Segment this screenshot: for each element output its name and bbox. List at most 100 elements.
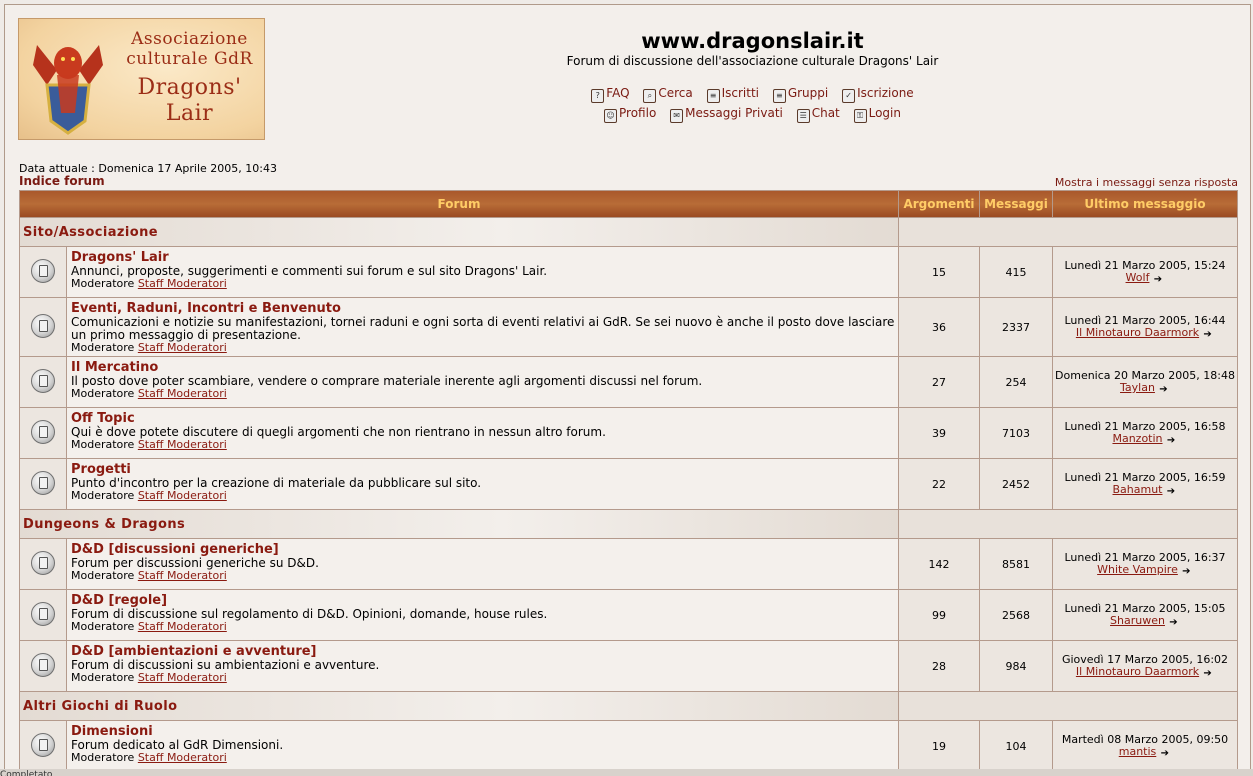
site-title[interactable]: www.dragonslair.it <box>565 29 940 53</box>
forum-status-cell <box>20 539 66 589</box>
login-icon: ⚿ <box>853 109 867 123</box>
category-row: Sito/Associazione <box>20 218 1237 246</box>
nav-row-2: ☺ Profilo ✉ Messaggi Privati ☰ Chat ⚿ Login <box>475 106 1030 123</box>
site-logo[interactable]: Associazione culturale GdR Dragons' Lair <box>18 18 265 140</box>
forum-row: D&D [discussioni generiche] Forum per dis… <box>20 539 1237 589</box>
moderator-link[interactable]: Staff Moderatori <box>138 438 227 451</box>
forum-status-cell <box>20 721 66 769</box>
goto-last-post-icon[interactable]: ➔ <box>1165 436 1178 446</box>
forum-name-link[interactable]: Off Topic <box>71 411 895 426</box>
last-post-author-link[interactable]: Taylan <box>1120 381 1155 394</box>
forum-topics-count: 19 <box>899 721 979 769</box>
category-spacer <box>899 218 1237 246</box>
nav-register[interactable]: ✓ Iscrizione <box>842 86 914 103</box>
forum-name-link[interactable]: D&D [regole] <box>71 593 895 608</box>
moderator-label: Moderatore <box>71 751 135 764</box>
forum-index-link[interactable]: Indice forum <box>19 174 105 188</box>
goto-last-post-icon[interactable]: ➔ <box>1157 385 1170 395</box>
category-spacer <box>899 692 1237 720</box>
forum-moderator: Moderatore Staff Moderatori <box>71 490 895 502</box>
last-post-author-link[interactable]: Wolf <box>1126 271 1150 284</box>
moderator-link[interactable]: Staff Moderatori <box>138 341 227 354</box>
nav-faq[interactable]: ? FAQ <box>591 86 630 103</box>
forum-no-new-posts-icon <box>31 732 55 757</box>
goto-last-post-icon[interactable]: ➔ <box>1201 330 1214 340</box>
last-post-author-link[interactable]: Sharuwen <box>1110 614 1165 627</box>
last-post-author-link[interactable]: mantis <box>1119 745 1157 758</box>
last-post-author-link[interactable]: Il Minotauro Daarmork <box>1076 326 1199 339</box>
forum-name-link[interactable]: D&D [discussioni generiche] <box>71 542 895 557</box>
nav-profile[interactable]: ☺ Profilo <box>604 106 656 123</box>
forum-topics-count: 27 <box>899 357 979 407</box>
goto-last-post-icon[interactable]: ➔ <box>1158 749 1171 759</box>
nav-search[interactable]: ⌕ Cerca <box>643 86 693 103</box>
forum-name-link[interactable]: Dragons' Lair <box>71 250 895 265</box>
category-row: Altri Giochi di Ruolo <box>20 692 1237 720</box>
goto-last-post-icon[interactable]: ➔ <box>1180 567 1193 577</box>
forum-last-post: Martedì 08 Marzo 2005, 09:50 mantis ➔ <box>1053 721 1237 769</box>
nav-private-messages[interactable]: ✉ Messaggi Privati <box>670 106 783 123</box>
forum-topics-count: 28 <box>899 641 979 691</box>
nav-chat[interactable]: ☰ Chat <box>796 106 840 123</box>
forum-posts-count: 7103 <box>980 408 1052 458</box>
goto-last-post-icon[interactable]: ➔ <box>1167 618 1180 628</box>
nav-groups[interactable]: ≡ Gruppi <box>772 86 828 103</box>
category-title[interactable]: Sito/Associazione <box>20 218 898 246</box>
moderator-label: Moderatore <box>71 277 135 290</box>
forum-name-link[interactable]: D&D [ambientazioni e avventure] <box>71 644 895 659</box>
forum-name-link[interactable]: Eventi, Raduni, Incontri e Benvenuto <box>71 301 895 316</box>
moderator-link[interactable]: Staff Moderatori <box>138 387 227 400</box>
unanswered-posts-link[interactable]: Mostra i messaggi senza risposta <box>1055 176 1238 189</box>
profile-icon: ☺ <box>604 109 618 123</box>
forum-topics-count: 99 <box>899 590 979 640</box>
forum-info-cell: D&D [regole] Forum di discussione sul reg… <box>67 590 898 640</box>
forum-no-new-posts-icon <box>31 550 55 575</box>
category-title[interactable]: Dungeons & Dragons <box>20 510 898 538</box>
forum-row: Dragons' Lair Annunci, proposte, suggerim… <box>20 247 1237 297</box>
forum-moderator: Moderatore Staff Moderatori <box>71 672 895 684</box>
forum-last-post: Lunedì 21 Marzo 2005, 15:24 Wolf ➔ <box>1053 247 1237 297</box>
goto-last-post-icon[interactable]: ➔ <box>1201 669 1214 679</box>
forum-row: Eventi, Raduni, Incontri e Benvenuto Comu… <box>20 298 1237 356</box>
forum-posts-count: 8581 <box>980 539 1052 589</box>
moderator-link[interactable]: Staff Moderatori <box>138 671 227 684</box>
last-post-author-link[interactable]: Manzotin <box>1112 432 1162 445</box>
forum-status-cell <box>20 298 66 356</box>
site-description: Forum di discussione dell'associazione c… <box>566 54 939 68</box>
forum-status-cell <box>20 590 66 640</box>
moderator-link[interactable]: Staff Moderatori <box>138 277 227 290</box>
dragon-logo-icon <box>33 45 103 135</box>
forum-no-new-posts-icon <box>31 368 55 393</box>
last-post-author-line: Manzotin ➔ <box>1054 432 1236 446</box>
forum-last-post: Lunedì 21 Marzo 2005, 16:59 Bahamut ➔ <box>1053 459 1237 509</box>
last-post-author-line: Wolf ➔ <box>1054 271 1236 285</box>
last-post-author-link[interactable]: Bahamut <box>1113 483 1163 496</box>
register-icon: ✓ <box>842 89 856 103</box>
goto-last-post-icon[interactable]: ➔ <box>1165 487 1178 497</box>
moderator-link[interactable]: Staff Moderatori <box>138 620 227 633</box>
forum-row: D&D [regole] Forum di discussione sul reg… <box>20 590 1237 640</box>
goto-last-post-icon[interactable]: ➔ <box>1151 275 1164 285</box>
moderator-label: Moderatore <box>71 387 135 400</box>
forum-name-link[interactable]: Dimensioni <box>71 724 895 739</box>
nav-login[interactable]: ⚿ Login <box>853 106 901 123</box>
forum-no-new-posts-icon <box>31 470 55 495</box>
moderator-link[interactable]: Staff Moderatori <box>138 569 227 582</box>
nav-members[interactable]: ≡ Iscritti <box>706 86 759 103</box>
private-messages-icon: ✉ <box>670 109 684 123</box>
last-post-author-link[interactable]: Il Minotauro Daarmork <box>1076 665 1199 678</box>
forum-name-link[interactable]: Il Mercatino <box>71 360 895 375</box>
forum-info-cell: Off Topic Qui è dove potete discutere di … <box>67 408 898 458</box>
moderator-link[interactable]: Staff Moderatori <box>138 751 227 764</box>
forum-no-new-posts-icon <box>31 652 55 677</box>
category-title[interactable]: Altri Giochi di Ruolo <box>20 692 898 720</box>
forum-topics-count: 22 <box>899 459 979 509</box>
moderator-link[interactable]: Staff Moderatori <box>138 489 227 502</box>
last-post-author-link[interactable]: White Vampire <box>1097 563 1178 576</box>
forum-name-link[interactable]: Progetti <box>71 462 895 477</box>
browser-viewport: Associazione culturale GdR Dragons' Lair w… <box>4 4 1251 770</box>
forum-no-new-posts-icon <box>31 419 55 444</box>
forum-info-cell: Dragons' Lair Annunci, proposte, suggerim… <box>67 247 898 297</box>
forum-posts-count: 2452 <box>980 459 1052 509</box>
category-row: Dungeons & Dragons <box>20 510 1237 538</box>
